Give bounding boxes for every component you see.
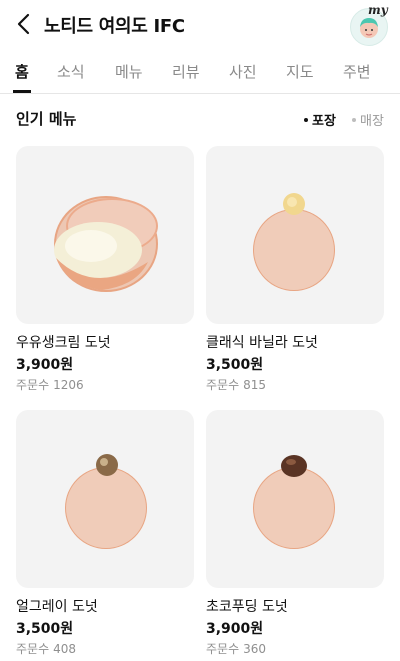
- menu-orders: 주문수 815: [206, 376, 266, 393]
- store-title: 노티드 여의도 IFC: [44, 16, 185, 37]
- menu-name: 우유생크림 도넛: [16, 335, 111, 351]
- app-header: 노티드 여의도 IFC my: [0, 0, 400, 50]
- menu-image[interactable]: [16, 410, 194, 588]
- chevron-left-icon: [17, 13, 30, 35]
- menu-price: 3,900원: [16, 357, 74, 373]
- orders-count: 360: [243, 642, 267, 656]
- menu-price: 3,500원: [206, 357, 264, 373]
- tab-menu[interactable]: 메뉴: [115, 61, 143, 82]
- menu-price: 3,900원: [206, 621, 264, 637]
- tab-bar: 홈 소식 메뉴 리뷰 사진 지도 주변: [0, 50, 400, 94]
- filter-dine-in[interactable]: 매장: [352, 110, 384, 129]
- menu-orders: 주문수 408: [16, 640, 76, 657]
- orders-label: 주문수: [206, 642, 240, 656]
- tab-map[interactable]: 지도: [286, 61, 314, 82]
- menu-image[interactable]: [16, 146, 194, 324]
- menu-orders: 주문수 1206: [16, 376, 84, 393]
- unselected-dot-icon: [352, 117, 356, 122]
- orders-count: 408: [53, 642, 77, 656]
- back-button[interactable]: [10, 10, 36, 38]
- choco-pudding-donut-image: [253, 455, 335, 549]
- menu-orders: 주문수 360: [206, 640, 266, 657]
- filter-takeout[interactable]: 포장: [304, 110, 336, 129]
- orders-count: 1206: [53, 378, 84, 392]
- earl-grey-donut-image: [65, 454, 147, 549]
- cream-donut-image: [54, 196, 158, 292]
- menu-name: 초코푸딩 도넛: [206, 599, 288, 615]
- menu-price: 3,500원: [16, 621, 74, 637]
- menu-image[interactable]: [206, 410, 384, 588]
- menu-name: 클래식 바닐라 도넛: [206, 335, 318, 351]
- menu-name: 얼그레이 도넛: [16, 599, 98, 615]
- menu-image[interactable]: [206, 146, 384, 324]
- orders-count: 815: [243, 378, 267, 392]
- tab-nearby[interactable]: 주변: [343, 61, 371, 82]
- tab-review[interactable]: 리뷰: [172, 61, 200, 82]
- active-tab-indicator: [13, 90, 31, 93]
- tab-home[interactable]: 홈: [15, 61, 29, 82]
- tab-photo[interactable]: 사진: [229, 61, 257, 82]
- orders-label: 주문수: [16, 642, 50, 656]
- section-title: 인기 메뉴: [16, 110, 77, 128]
- filter-dine-in-label: 매장: [360, 114, 384, 129]
- orders-label: 주문수: [206, 378, 240, 392]
- filter-takeout-label: 포장: [312, 114, 336, 129]
- selected-dot-icon: [304, 117, 308, 122]
- vanilla-donut-image: [253, 193, 335, 291]
- tab-news[interactable]: 소식: [57, 61, 85, 82]
- orders-label: 주문수: [16, 378, 50, 392]
- my-badge: my: [368, 3, 388, 17]
